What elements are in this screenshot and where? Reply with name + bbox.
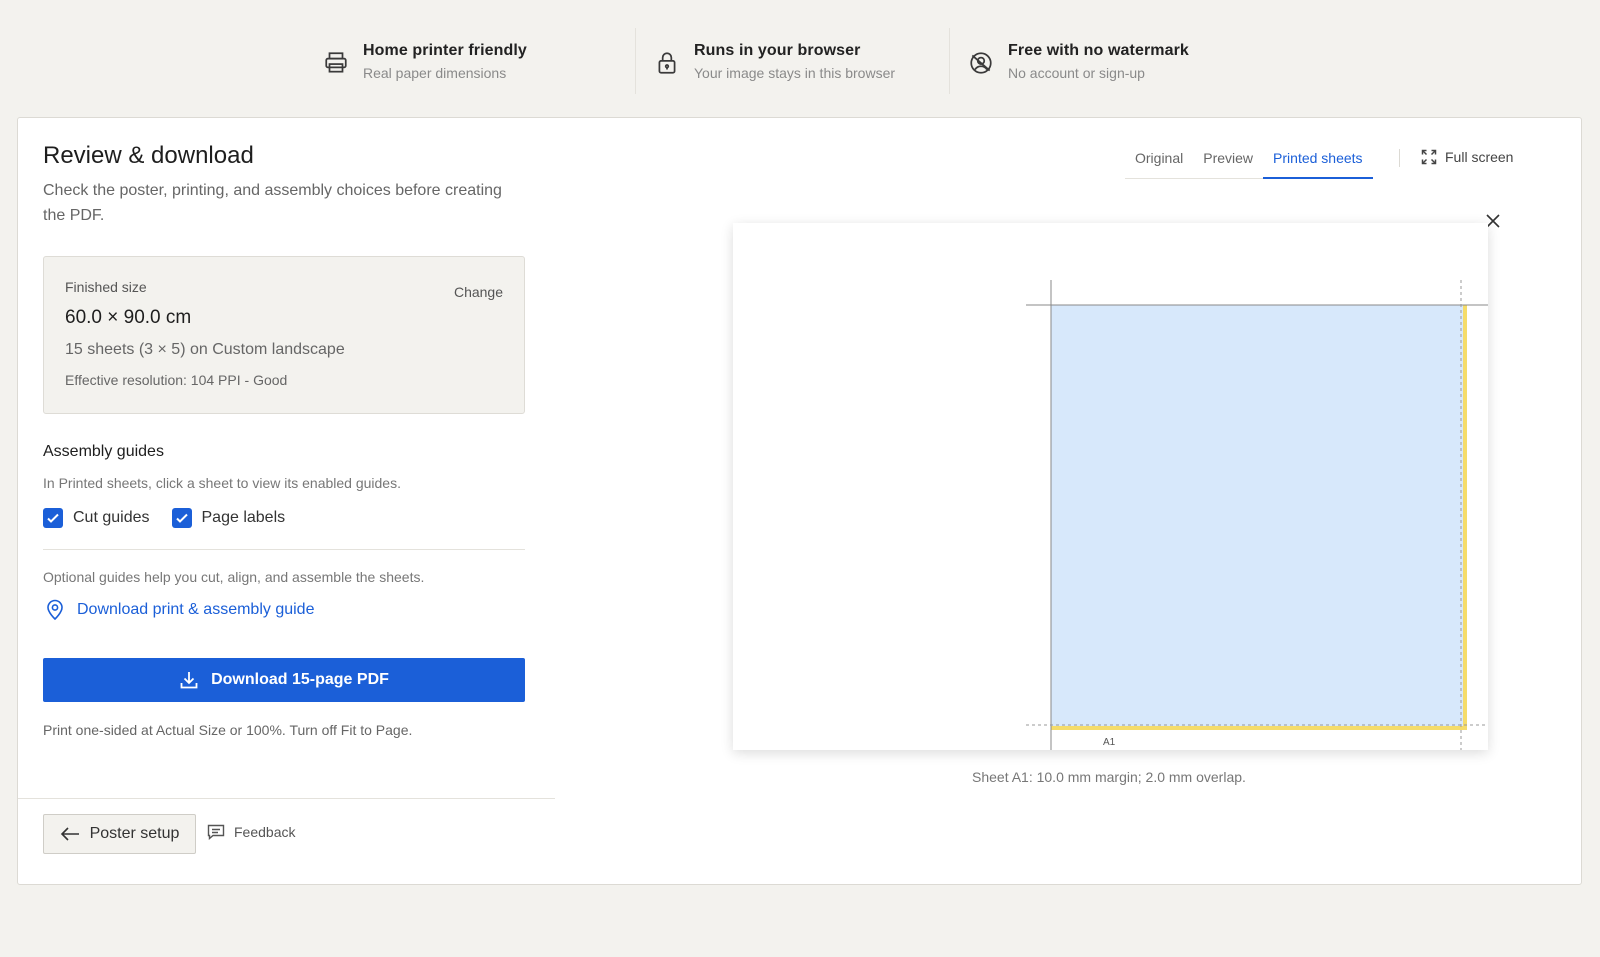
- feedback-label: Feedback: [234, 824, 296, 840]
- divider: [43, 549, 525, 550]
- location-pin-icon: [47, 599, 63, 621]
- poster-setup-label: Poster setup: [89, 825, 180, 842]
- expand-icon: [1421, 149, 1437, 165]
- feedback-link[interactable]: Feedback: [207, 824, 295, 840]
- finished-size-value: 60.0 × 90.0 cm: [65, 307, 192, 328]
- check-icon: [175, 513, 188, 523]
- download-guide-label: Download print & assembly guide: [77, 601, 315, 618]
- fullscreen-button[interactable]: Full screen: [1421, 149, 1513, 165]
- sheet-count: 15 sheets (3 × 5) on Custom landscape: [65, 341, 345, 358]
- tab-printed-sheets[interactable]: Printed sheets: [1263, 145, 1373, 179]
- checkbox-label: Page labels: [201, 509, 286, 526]
- assembly-options: Cut guides Page labels: [43, 508, 285, 528]
- checkbox-checked[interactable]: [43, 508, 63, 528]
- feature-subtitle: Real paper dimensions: [363, 65, 507, 81]
- feature-title: Free with no watermark: [1008, 42, 1189, 59]
- feature-title: Runs in your browser: [694, 42, 861, 59]
- feature-home-printer: Home printer friendly Real paper dimensi…: [305, 28, 635, 94]
- feature-subtitle: No account or sign-up: [1008, 65, 1145, 81]
- overlap-right-highlight: [1463, 305, 1467, 730]
- checkbox-checked[interactable]: [171, 508, 192, 528]
- footer-divider: [18, 798, 555, 799]
- change-size-button[interactable]: Change: [454, 284, 503, 300]
- user-circle-icon: [970, 52, 992, 74]
- feature-strip: Home printer friendly Real paper dimensi…: [305, 28, 1239, 94]
- lock-icon: [658, 52, 676, 74]
- view-tabs: Original Preview Printed sheets: [1125, 145, 1373, 179]
- page-description: Check the poster, printing, and assembly…: [43, 182, 502, 224]
- tab-separator: [1399, 149, 1400, 167]
- assembly-guides-description: In Printed sheets, click a sheet to view…: [43, 475, 401, 491]
- overlap-bottom-highlight: [1051, 726, 1467, 730]
- fullscreen-label: Full screen: [1445, 149, 1514, 165]
- printed-sheet-preview[interactable]: A1: [733, 223, 1488, 750]
- optional-guides-note: Optional guides help you cut, align, and…: [43, 569, 425, 585]
- effective-resolution: Effective resolution: 104 PPI - Good: [65, 372, 288, 388]
- feature-no-watermark: Free with no watermark No account or sig…: [949, 28, 1239, 94]
- page-title: Review & download: [43, 142, 254, 169]
- cut-guides-checkbox[interactable]: Cut guides: [43, 508, 150, 528]
- assembly-guides-title: Assembly guides: [43, 443, 164, 460]
- check-icon: [47, 513, 59, 523]
- poster-setup-button[interactable]: Poster setup: [43, 814, 196, 854]
- printer-icon: [325, 52, 347, 73]
- download-pdf-button[interactable]: Download 15-page PDF: [43, 658, 525, 702]
- checkbox-label: Cut guides: [73, 509, 150, 526]
- feature-subtitle: Your image stays in this browser: [694, 65, 896, 81]
- feature-title: Home printer friendly: [363, 42, 527, 59]
- download-guide-link[interactable]: Download print & assembly guide: [45, 599, 314, 621]
- download-icon: [180, 672, 198, 689]
- page-labels-checkbox[interactable]: Page labels: [171, 508, 286, 528]
- sheet-page-label: A1: [1103, 737, 1116, 748]
- review-card: Review & download Check the poster, prin…: [17, 117, 1582, 885]
- feature-runs-in-browser: Runs in your browser Your image stays in…: [635, 28, 949, 94]
- sheet-caption: Sheet A1: 10.0 mm margin; 2.0 mm overlap…: [972, 769, 1246, 785]
- sheet-image-area: [1051, 305, 1465, 728]
- print-instructions: Print one-sided at Actual Size or 100%. …: [43, 722, 413, 738]
- finished-size-box: Finished size Change 60.0 × 90.0 cm 15 s…: [43, 256, 525, 414]
- sheet-drawing: A1: [1026, 280, 1488, 750]
- arrow-left-icon: [60, 827, 79, 841]
- tab-preview[interactable]: Preview: [1193, 145, 1263, 179]
- comment-icon: [207, 824, 225, 840]
- finished-size-label: Finished size: [65, 279, 147, 295]
- download-pdf-label: Download 15-page PDF: [211, 671, 389, 688]
- tab-original[interactable]: Original: [1125, 145, 1193, 179]
